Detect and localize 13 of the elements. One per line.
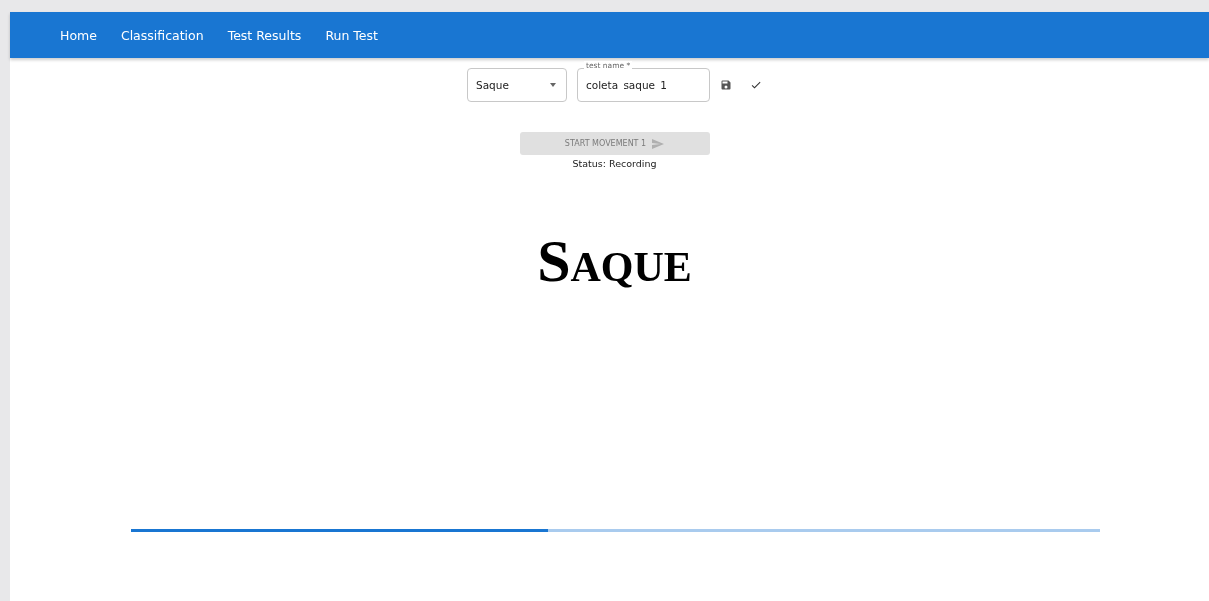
caret-icon [550,83,556,87]
movement-select[interactable]: Saque [467,68,567,102]
nav-link[interactable]: Test Results [217,21,312,49]
nav-link[interactable]: Run Test [315,21,388,49]
test-name-field[interactable]: coleta_saque_1 [577,68,710,102]
status-text: Status: Recording [572,158,657,169]
nav-link[interactable]: Home [50,21,107,49]
nav-link[interactable]: Classification [110,21,214,49]
check-icon[interactable] [750,79,762,91]
send-icon [652,138,665,149]
movement-title: Saque [537,231,692,291]
save-icon[interactable] [720,79,732,91]
select-value: Saque [476,79,509,91]
